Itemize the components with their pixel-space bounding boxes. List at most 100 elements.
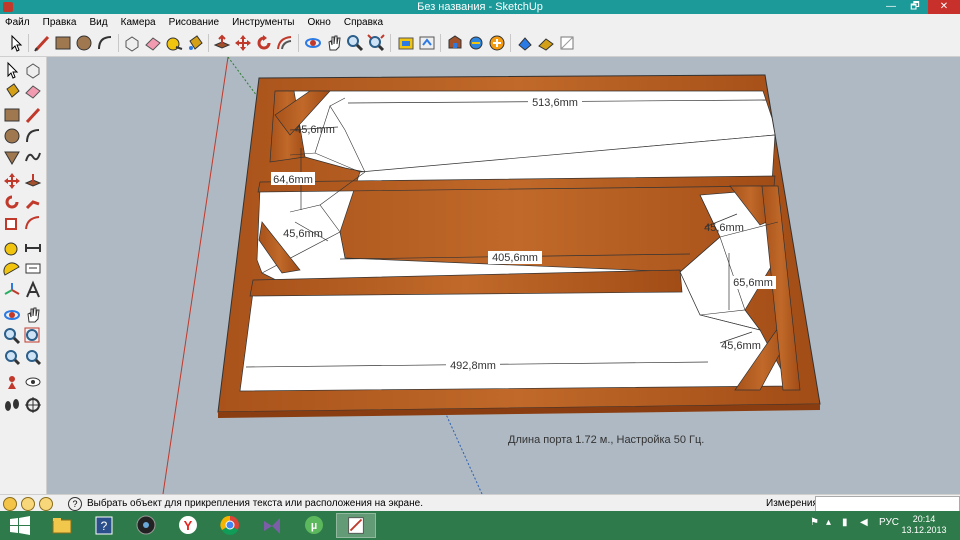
volume-icon[interactable]: ◀	[860, 517, 868, 528]
menu-view[interactable]: Вид	[85, 14, 113, 30]
move-icon[interactable]	[233, 33, 253, 53]
component-icon[interactable]	[466, 33, 486, 53]
eraser-icon[interactable]	[23, 81, 43, 101]
shadow-icon[interactable]	[557, 33, 577, 53]
dim-right-height[interactable]: 65,6mm	[733, 277, 773, 289]
select-tool-icon[interactable]	[2, 60, 22, 80]
tray-arrow-icon[interactable]: ▴	[826, 517, 831, 528]
offset-icon[interactable]	[23, 213, 43, 233]
help-app-icon[interactable]: ?	[84, 513, 124, 538]
follow-me-icon[interactable]	[23, 192, 43, 212]
windows-start-icon[interactable]	[0, 513, 40, 538]
menu-tools[interactable]: Инструменты	[227, 14, 299, 30]
geo-location-icon[interactable]	[3, 497, 17, 511]
pan-icon[interactable]	[324, 33, 344, 53]
share-model-icon[interactable]	[417, 33, 437, 53]
menu-edit[interactable]: Правка	[38, 14, 82, 30]
axes-icon[interactable]	[2, 280, 22, 300]
menu-camera[interactable]: Камера	[116, 14, 161, 30]
make-component-icon[interactable]	[122, 33, 142, 53]
scale-icon[interactable]	[2, 213, 22, 233]
dim-top-left-angle[interactable]: 45,6mm	[295, 124, 335, 136]
position-camera-icon[interactable]	[2, 372, 22, 392]
credits-icon[interactable]	[21, 497, 35, 511]
section-plane-icon[interactable]	[23, 395, 43, 415]
zoom-extents-icon[interactable]	[23, 347, 43, 367]
rectangle-tool-icon[interactable]	[53, 33, 73, 53]
chrome-icon[interactable]	[210, 513, 250, 538]
visual-studio-icon[interactable]	[252, 513, 292, 538]
tray-flag-icon[interactable]: ⚑	[810, 517, 819, 528]
extension-icon[interactable]	[487, 33, 507, 53]
measurements-input[interactable]	[815, 496, 960, 512]
dimension-icon[interactable]	[23, 238, 43, 258]
3d-text-icon[interactable]	[23, 280, 43, 300]
dim-right-bottom-angle[interactable]: 45,6mm	[721, 340, 761, 352]
eraser-icon[interactable]	[143, 33, 163, 53]
rotate-icon[interactable]	[254, 33, 274, 53]
menu-draw[interactable]: Рисование	[164, 14, 224, 30]
file-explorer-icon[interactable]	[42, 513, 82, 538]
polygon-tool-icon[interactable]	[2, 147, 22, 167]
model-canvas[interactable]: 513,6mm 45,6mm 64,6mm 45,6mm 405,6mm 45,…	[47, 57, 960, 494]
style-icon[interactable]	[536, 33, 556, 53]
menu-file[interactable]: Файл	[0, 14, 35, 30]
tape-measure-icon[interactable]	[164, 33, 184, 53]
text-tool-icon[interactable]	[23, 259, 43, 279]
screen-text-annotation[interactable]: Длина порта 1.72 м., Настройка 50 Гц.	[508, 434, 704, 446]
dim-left-height[interactable]: 64,6mm	[273, 174, 313, 186]
paint-bucket-icon[interactable]	[2, 81, 22, 101]
dim-top-length[interactable]: 513,6mm	[532, 97, 578, 109]
yandex-browser-icon[interactable]: Y	[168, 513, 208, 538]
circle-tool-icon[interactable]	[2, 126, 22, 146]
network-icon[interactable]: ▮	[842, 517, 848, 528]
dim-middle-length[interactable]: 405,6mm	[492, 252, 538, 264]
pan-icon[interactable]	[23, 305, 43, 325]
rectangle-tool-icon[interactable]	[2, 105, 22, 125]
orbit-icon[interactable]	[2, 305, 22, 325]
line-tool-icon[interactable]	[32, 33, 52, 53]
arc-tool-icon[interactable]	[95, 33, 115, 53]
freehand-tool-icon[interactable]	[23, 147, 43, 167]
system-clock[interactable]: 20:14 13.12.2013	[900, 514, 948, 536]
paint-bucket-icon[interactable]	[185, 33, 205, 53]
media-app-icon[interactable]	[126, 513, 166, 538]
look-around-icon[interactable]	[23, 372, 43, 392]
menu-window[interactable]: Окно	[303, 14, 336, 30]
orbit-icon[interactable]	[303, 33, 323, 53]
arc-tool-icon[interactable]	[23, 126, 43, 146]
layout-icon[interactable]	[515, 33, 535, 53]
3d-warehouse-icon[interactable]	[396, 33, 416, 53]
user-icon[interactable]	[39, 497, 53, 511]
sketchup-taskbar-icon[interactable]	[336, 513, 376, 538]
rotate-icon[interactable]	[2, 192, 22, 212]
dim-bottom-length[interactable]: 492,8mm	[450, 360, 496, 372]
select-tool-icon[interactable]	[6, 33, 26, 53]
circle-tool-icon[interactable]	[74, 33, 94, 53]
get-models-icon[interactable]	[445, 33, 465, 53]
zoom-icon[interactable]	[345, 33, 365, 53]
zoom-icon[interactable]	[2, 326, 22, 346]
dim-right-top-angle[interactable]: 45,6mm	[704, 222, 744, 234]
move-icon[interactable]	[2, 171, 22, 191]
input-language[interactable]: РУС	[879, 517, 899, 528]
protractor-icon[interactable]	[2, 259, 22, 279]
zoom-window-icon[interactable]	[23, 326, 43, 346]
utorrent-icon[interactable]: µ	[294, 513, 334, 538]
help-icon[interactable]: ?	[68, 497, 82, 511]
offset-icon[interactable]	[275, 33, 295, 53]
zoom-extents-icon[interactable]	[366, 33, 386, 53]
push-pull-icon[interactable]	[212, 33, 232, 53]
previous-view-icon[interactable]	[2, 347, 22, 367]
tape-measure-icon[interactable]	[2, 238, 22, 258]
drawing-viewport[interactable]: 513,6mm 45,6mm 64,6mm 45,6mm 405,6mm 45,…	[47, 57, 960, 494]
walk-icon[interactable]	[2, 395, 22, 415]
close-button[interactable]: ✕	[928, 0, 960, 14]
maximize-button[interactable]: 🗗	[904, 0, 926, 14]
make-component-icon[interactable]	[23, 60, 43, 80]
menu-help[interactable]: Справка	[339, 14, 388, 30]
line-tool-icon[interactable]	[23, 105, 43, 125]
dim-left-bottom-angle[interactable]: 45,6mm	[283, 228, 323, 240]
minimize-button[interactable]: —	[880, 0, 902, 14]
push-pull-icon[interactable]	[23, 171, 43, 191]
